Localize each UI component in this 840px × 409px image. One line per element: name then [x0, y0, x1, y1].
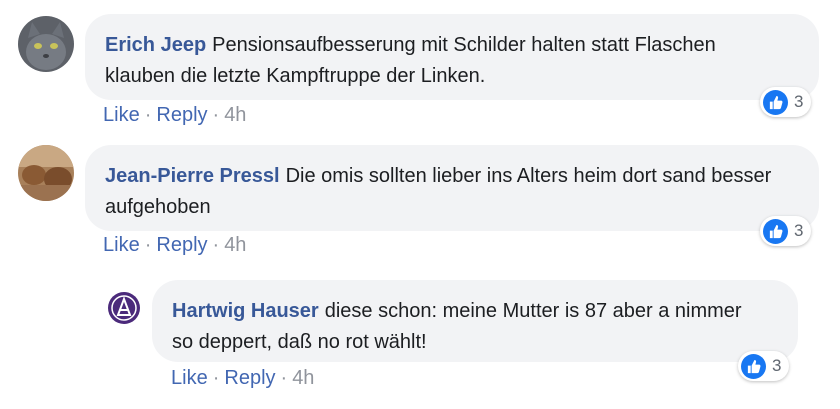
reply-link[interactable]: Reply	[156, 104, 207, 126]
reaction-count: 3	[794, 221, 804, 240]
comment-bubble: Erich Jeep Pensionsaufbesserung mit Schil…	[85, 14, 819, 100]
reaction-count: 3	[772, 356, 782, 375]
like-link[interactable]: Like	[103, 234, 140, 256]
author-name[interactable]: Erich Jeep	[105, 34, 206, 56]
avatar[interactable]	[18, 16, 74, 72]
timestamp[interactable]: 4h	[224, 104, 246, 126]
landscape-avatar-image	[18, 145, 74, 201]
author-name[interactable]: Hartwig Hauser	[172, 300, 319, 322]
author-name[interactable]: Jean-Pierre Pressl	[105, 165, 280, 187]
comment-actions: Like · Reply · 4h	[171, 367, 315, 389]
thumbs-up-icon	[763, 218, 788, 244]
reaction-badge[interactable]: 3	[760, 87, 812, 117]
like-link[interactable]: Like	[171, 367, 208, 389]
reaction-badge[interactable]: 3	[760, 216, 812, 246]
comment-bubble: Jean-Pierre Pressl Die omis sollten liebe…	[85, 145, 819, 231]
comment-bubble: Hartwig Hauser diese schon: meine Mutter …	[152, 280, 798, 362]
like-link[interactable]: Like	[103, 104, 140, 126]
reaction-badge[interactable]: 3	[738, 351, 790, 381]
thumbs-up-icon	[741, 353, 766, 379]
comment-actions: Like · Reply · 4h	[103, 234, 247, 256]
avatar[interactable]	[18, 145, 74, 201]
reaction-count: 3	[794, 92, 804, 111]
comment-actions: Like · Reply · 4h	[103, 104, 247, 126]
avatar[interactable]	[106, 290, 142, 326]
reply-link[interactable]: Reply	[156, 234, 207, 256]
timestamp[interactable]: 4h	[292, 367, 314, 389]
timestamp[interactable]: 4h	[224, 234, 246, 256]
reply-link[interactable]: Reply	[224, 367, 275, 389]
club-logo-avatar	[106, 290, 142, 326]
cat-avatar-image	[18, 16, 74, 72]
thumbs-up-icon	[763, 89, 788, 115]
